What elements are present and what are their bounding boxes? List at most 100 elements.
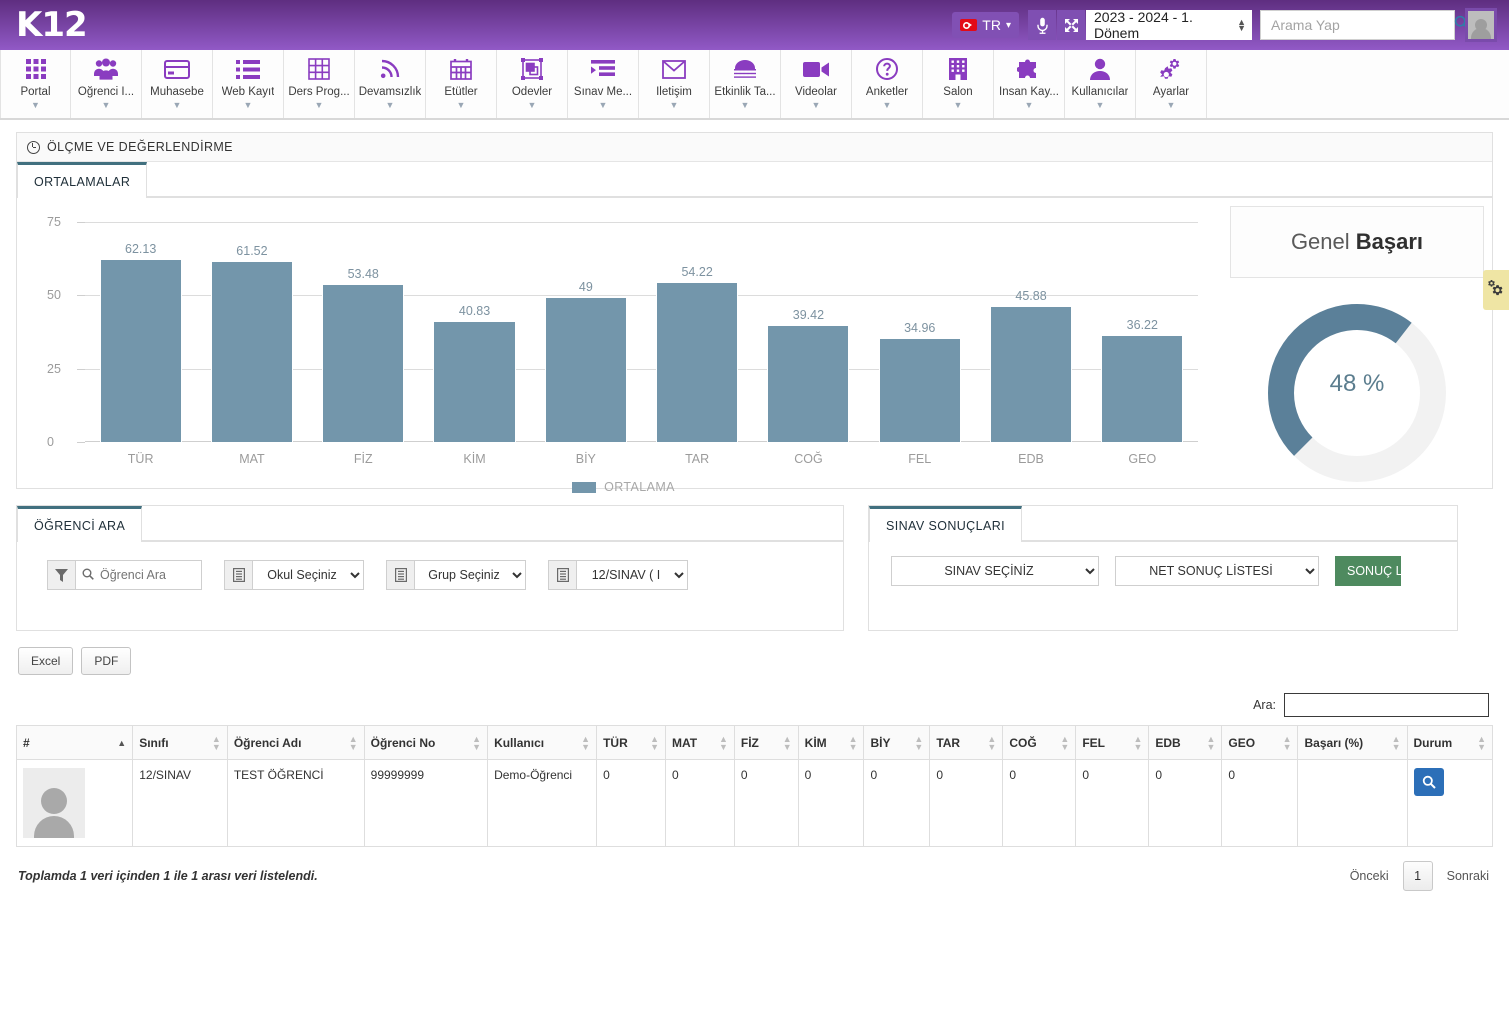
bar[interactable] <box>434 322 515 442</box>
th-ogrenci-no[interactable]: Öğrenci No ▲ ▼ <box>363 725 489 760</box>
nav-item-insan-kaynaklari[interactable]: İnsan Kay... ▼ <box>994 50 1065 118</box>
tab-sinav-sonuclari[interactable]: SINAV SONUÇLARI <box>869 506 1022 542</box>
search-icon[interactable] <box>1413 768 1444 796</box>
table-row[interactable]: 12/SINAV TEST ÖĞRENCİ 99999999 Demo-Öğre… <box>15 759 1493 847</box>
tab-ogrenci-ara[interactable]: ÖĞRENCİ ARA <box>17 506 143 542</box>
nav-item-ayarlar[interactable]: Ayarlar ▼ <box>1136 50 1207 118</box>
nav-item-ogrenci-islemleri[interactable]: Öğrenci İ... ▼ <box>71 50 142 118</box>
group-select[interactable]: Grup Seçiniz <box>415 561 525 589</box>
school-select-control[interactable]: Okul Seçiniz <box>224 560 364 590</box>
bar[interactable] <box>657 282 738 442</box>
student-search-control[interactable] <box>47 560 202 590</box>
sort-icon: ▲ ▼ <box>1282 733 1292 752</box>
nav-item-portal[interactable]: Portal ▼ <box>0 50 71 118</box>
chevron-down-icon: ▼ <box>172 100 182 110</box>
next-page-link[interactable]: Sonraki <box>1447 869 1489 883</box>
bar-series: 62.13 61.52 53.48 40.83 49 54.22 39.42 34.96 45.… <box>85 222 1198 442</box>
microphone-icon[interactable] <box>1028 10 1056 40</box>
school-select[interactable]: Okul Seçiniz <box>253 561 363 589</box>
th-tur[interactable]: TÜR ▲ ▼ <box>596 725 666 760</box>
group-select-control[interactable]: Grup Seçiniz <box>386 560 526 590</box>
th-fiz[interactable]: FİZ ▲ ▼ <box>733 725 799 760</box>
class-select[interactable]: 12/SINAV ( I <box>577 561 687 589</box>
nav-item-iletisim[interactable]: İletişim ▼ <box>639 50 710 118</box>
x-tick-label: COĞ <box>794 452 823 466</box>
app-logo[interactable]: K12 <box>0 8 88 42</box>
th-label: Kullanıcı <box>494 735 545 750</box>
gears-icon <box>1159 56 1183 82</box>
nav-item-web-kayit[interactable]: Web Kayıt ▼ <box>213 50 284 118</box>
fullscreen-icon[interactable] <box>1057 10 1085 40</box>
th-fel[interactable]: FEL ▲ ▼ <box>1075 725 1150 760</box>
bar[interactable] <box>990 307 1072 442</box>
language-selector[interactable]: TR ▾ <box>952 12 1019 38</box>
nav-item-salon[interactable]: Salon ▼ <box>923 50 994 118</box>
th-geo[interactable]: GEO ▲ ▼ <box>1221 725 1299 760</box>
pdf-export-button[interactable]: PDF <box>81 647 132 675</box>
nav-item-kullanicilar[interactable]: Kullanıcılar ▼ <box>1065 50 1136 118</box>
exam-select[interactable]: SINAV SEÇİNİZ <box>891 556 1099 586</box>
bar[interactable] <box>545 298 626 442</box>
nav-item-sinav-merkezi[interactable]: Sınav Me... ▼ <box>568 50 639 118</box>
search-input[interactable] <box>1269 16 1454 34</box>
th-label: GEO <box>1228 735 1256 750</box>
bar[interactable] <box>1102 335 1183 442</box>
prev-page-link[interactable]: Önceki <box>1350 869 1389 883</box>
filter-icon[interactable] <box>48 561 76 589</box>
th-sinifi[interactable]: Sınıfı ▲ ▼ <box>132 725 228 760</box>
bar-value-label: 39.42 <box>792 308 825 323</box>
bar[interactable] <box>323 285 404 442</box>
th-ogrenci-adi[interactable]: Öğrenci Adı ▲ ▼ <box>226 725 365 760</box>
sort-icon: ▲ ▼ <box>211 733 221 752</box>
student-search-input[interactable] <box>76 568 201 582</box>
nav-item-muhasebe[interactable]: Muhasebe ▼ <box>142 50 213 118</box>
th-durum[interactable]: Durum ▲ ▼ <box>1406 725 1493 760</box>
th-kim[interactable]: KİM ▲ ▼ <box>797 725 865 760</box>
tab-filler <box>142 506 843 541</box>
settings-side-tab[interactable] <box>1483 270 1509 310</box>
bar-column: 40.83 <box>419 222 530 442</box>
show-results-button[interactable]: SONUÇ Lİ <box>1335 556 1401 586</box>
page-number-1[interactable]: 1 <box>1402 861 1433 891</box>
th-edb[interactable]: EDB ▲ ▼ <box>1148 725 1223 760</box>
th-biy[interactable]: BİY ▲ ▼ <box>863 725 931 760</box>
bar[interactable] <box>100 259 181 442</box>
th-cog[interactable]: COĞ ▲ ▼ <box>1002 725 1077 760</box>
student-search-body: Okul Seçiniz Grup Seçiniz 12/SINAV ( I <box>17 542 843 630</box>
cell-fel: 0 <box>1075 759 1150 847</box>
th-kullanici[interactable]: Kullanıcı ▲ ▼ <box>487 725 598 760</box>
x-tick-label: BİY <box>575 452 596 466</box>
bar[interactable] <box>768 326 849 442</box>
term-select[interactable]: 2023 - 2024 - 1. Dönem ▲ ▼ <box>1086 9 1252 41</box>
nav-item-odevler[interactable]: Ödevler ▼ <box>497 50 568 118</box>
bar-column: 36.22 <box>1087 222 1198 442</box>
global-search[interactable] <box>1260 10 1469 40</box>
bar[interactable] <box>211 261 292 442</box>
nav-item-anketler[interactable]: Anketler ▼ <box>852 50 923 118</box>
nav-item-etutler[interactable]: Etütler ▼ <box>426 50 497 118</box>
result-list-select[interactable]: NET SONUÇ LİSTESİ <box>1115 556 1319 586</box>
excel-export-button[interactable]: Excel <box>18 647 74 675</box>
shapes-icon <box>521 56 543 82</box>
bar-value-label: 36.22 <box>1126 317 1158 332</box>
th-index[interactable]: # ▲ <box>15 725 134 760</box>
table-search-input[interactable] <box>1284 693 1489 717</box>
legend-label: ORTALAMA <box>604 480 675 494</box>
nav-item-ders-programi[interactable]: Ders Prog... ▼ <box>284 50 355 118</box>
nav-item-videolar[interactable]: Videolar ▼ <box>781 50 852 118</box>
avatar[interactable] <box>1465 8 1497 42</box>
th-mat[interactable]: MAT ▲ ▼ <box>664 725 735 760</box>
rss-icon <box>379 56 401 82</box>
bar[interactable] <box>879 339 960 442</box>
th-label: FİZ <box>740 735 759 750</box>
nav-item-etkinlik-takvimi[interactable]: Etkinlik Ta... ▼ <box>710 50 781 118</box>
nav-item-devamsizlik[interactable]: Devamsızlık ▼ <box>355 50 426 118</box>
tab-ortalamalar[interactable]: ORTALAMALAR <box>17 162 148 198</box>
class-select-control[interactable]: 12/SINAV ( I <box>548 560 688 590</box>
general-success-title-bold: Başarı <box>1355 229 1424 254</box>
th-label: # <box>23 735 30 750</box>
cell-sinifi: 12/SINAV <box>132 759 228 847</box>
results-summary: Toplamda 1 veri içinden 1 ile 1 arası ve… <box>18 869 318 883</box>
th-basari[interactable]: Başarı (%) ▲ ▼ <box>1297 725 1408 760</box>
th-tar[interactable]: TAR ▲ ▼ <box>929 725 1004 760</box>
